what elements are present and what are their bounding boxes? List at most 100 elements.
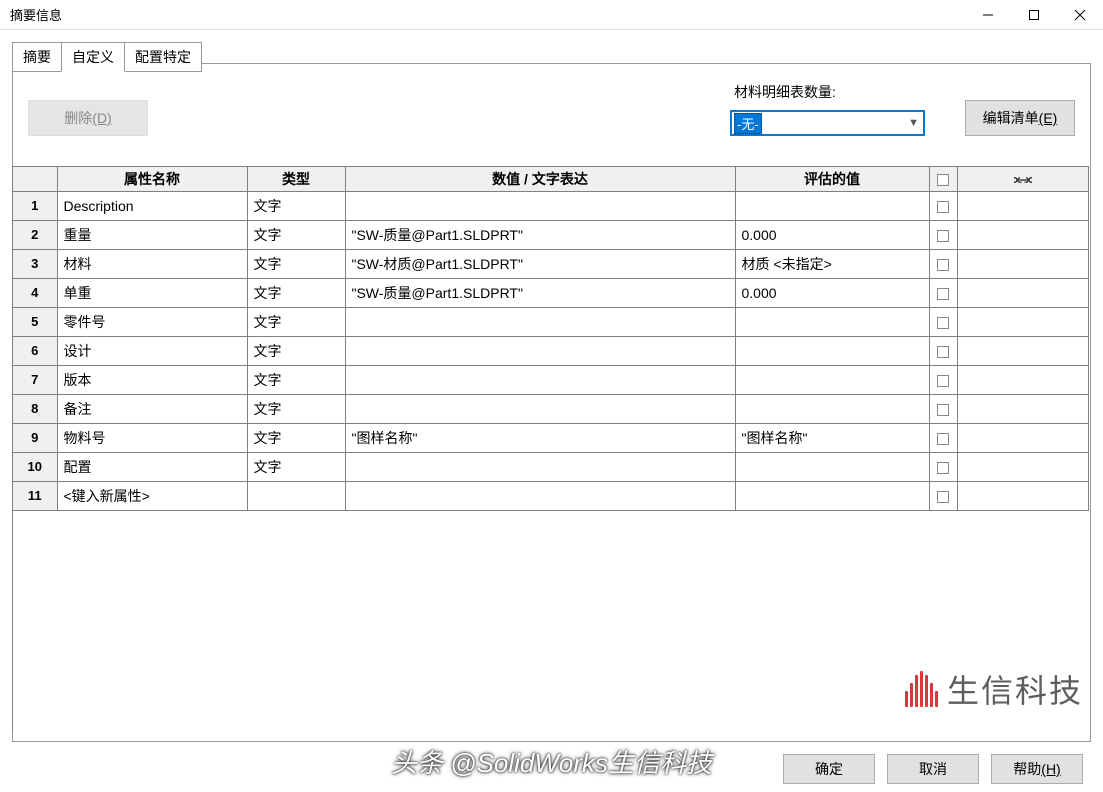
cell-rownum[interactable]: 5	[13, 307, 57, 336]
cell-type[interactable]: 文字	[247, 394, 345, 423]
cell-type[interactable]: 文字	[247, 452, 345, 481]
cell-type[interactable]: 文字	[247, 278, 345, 307]
cell-checkbox[interactable]	[929, 452, 957, 481]
header-checkbox[interactable]	[929, 167, 957, 191]
header-propname[interactable]: 属性名称	[57, 167, 247, 191]
cell-checkbox[interactable]	[929, 307, 957, 336]
header-expr[interactable]: 数值 / 文字表达	[345, 167, 735, 191]
minimize-button[interactable]	[965, 0, 1011, 29]
header-rownum[interactable]	[13, 167, 57, 191]
cell-type[interactable]: 文字	[247, 365, 345, 394]
delete-button[interactable]: 删除(D)	[28, 100, 148, 136]
checkbox-icon	[937, 174, 949, 186]
checkbox-icon	[937, 288, 949, 300]
cell-type[interactable]: 文字	[247, 249, 345, 278]
cell-propname[interactable]: 材料	[57, 249, 247, 278]
cell-rownum[interactable]: 1	[13, 191, 57, 220]
cell-type[interactable]: 文字	[247, 336, 345, 365]
cell-eval[interactable]: 材质 <未指定>	[735, 249, 929, 278]
tab-summary[interactable]: 摘要	[12, 42, 62, 72]
cell-expr[interactable]	[345, 336, 735, 365]
tab-config[interactable]: 配置特定	[124, 42, 202, 72]
cell-link[interactable]	[957, 365, 1089, 394]
cell-checkbox[interactable]	[929, 278, 957, 307]
cell-expr[interactable]: "图样名称"	[345, 423, 735, 452]
cell-link[interactable]	[957, 394, 1089, 423]
header-link[interactable]	[957, 167, 1089, 191]
cell-eval[interactable]	[735, 191, 929, 220]
cell-propname[interactable]: Description	[57, 191, 247, 220]
cell-type[interactable]: 文字	[247, 220, 345, 249]
cell-eval[interactable]	[735, 365, 929, 394]
ok-button[interactable]: 确定	[783, 754, 875, 784]
table-header-row: 属性名称 类型 数值 / 文字表达 评估的值	[13, 167, 1089, 191]
edit-list-button[interactable]: 编辑清单(E)	[965, 100, 1075, 136]
link-icon	[1014, 171, 1032, 187]
cell-link[interactable]	[957, 278, 1089, 307]
cell-expr[interactable]	[345, 307, 735, 336]
cell-link[interactable]	[957, 249, 1089, 278]
cell-checkbox[interactable]	[929, 336, 957, 365]
cell-checkbox[interactable]	[929, 394, 957, 423]
tab-custom[interactable]: 自定义	[61, 42, 125, 72]
cell-link[interactable]	[957, 307, 1089, 336]
cell-link[interactable]	[957, 423, 1089, 452]
cell-propname[interactable]: 重量	[57, 220, 247, 249]
cell-expr[interactable]	[345, 481, 735, 510]
cell-expr[interactable]: "SW-材质@Part1.SLDPRT"	[345, 249, 735, 278]
cell-link[interactable]	[957, 220, 1089, 249]
close-button[interactable]	[1057, 0, 1103, 29]
cell-checkbox[interactable]	[929, 249, 957, 278]
cell-checkbox[interactable]	[929, 191, 957, 220]
bom-quantity-select[interactable]: -无- ▼	[730, 110, 925, 136]
header-type[interactable]: 类型	[247, 167, 345, 191]
cell-checkbox[interactable]	[929, 365, 957, 394]
cell-rownum[interactable]: 10	[13, 452, 57, 481]
cell-link[interactable]	[957, 452, 1089, 481]
cell-propname[interactable]: 配置	[57, 452, 247, 481]
cell-propname[interactable]: 备注	[57, 394, 247, 423]
cell-rownum[interactable]: 2	[13, 220, 57, 249]
cell-link[interactable]	[957, 191, 1089, 220]
cell-expr[interactable]	[345, 365, 735, 394]
cell-rownum[interactable]: 8	[13, 394, 57, 423]
cell-propname[interactable]: 物料号	[57, 423, 247, 452]
cell-eval[interactable]	[735, 307, 929, 336]
cell-checkbox[interactable]	[929, 481, 957, 510]
cell-expr[interactable]: "SW-质量@Part1.SLDPRT"	[345, 220, 735, 249]
cell-eval[interactable]	[735, 394, 929, 423]
cell-expr[interactable]	[345, 452, 735, 481]
cancel-button[interactable]: 取消	[887, 754, 979, 784]
cell-rownum[interactable]: 6	[13, 336, 57, 365]
cell-eval[interactable]	[735, 452, 929, 481]
cell-type[interactable]	[247, 481, 345, 510]
cell-type[interactable]: 文字	[247, 307, 345, 336]
cell-expr[interactable]	[345, 191, 735, 220]
cell-eval[interactable]: "图样名称"	[735, 423, 929, 452]
cell-expr[interactable]: "SW-质量@Part1.SLDPRT"	[345, 278, 735, 307]
cell-rownum[interactable]: 9	[13, 423, 57, 452]
cell-propname[interactable]: 零件号	[57, 307, 247, 336]
cell-link[interactable]	[957, 336, 1089, 365]
cell-rownum[interactable]: 3	[13, 249, 57, 278]
cell-type[interactable]: 文字	[247, 191, 345, 220]
cell-propname[interactable]: 版本	[57, 365, 247, 394]
maximize-button[interactable]	[1011, 0, 1057, 29]
cell-checkbox[interactable]	[929, 423, 957, 452]
cell-eval[interactable]: 0.000	[735, 278, 929, 307]
cell-link[interactable]	[957, 481, 1089, 510]
cell-rownum[interactable]: 11	[13, 481, 57, 510]
cell-checkbox[interactable]	[929, 220, 957, 249]
cell-expr[interactable]	[345, 394, 735, 423]
cell-propname[interactable]: 单重	[57, 278, 247, 307]
cell-rownum[interactable]: 4	[13, 278, 57, 307]
cell-propname[interactable]: <键入新属性>	[57, 481, 247, 510]
cell-eval[interactable]	[735, 336, 929, 365]
help-button[interactable]: 帮助(H)	[991, 754, 1083, 784]
cell-rownum[interactable]: 7	[13, 365, 57, 394]
cell-propname[interactable]: 设计	[57, 336, 247, 365]
cell-eval[interactable]	[735, 481, 929, 510]
cell-type[interactable]: 文字	[247, 423, 345, 452]
header-eval[interactable]: 评估的值	[735, 167, 929, 191]
cell-eval[interactable]: 0.000	[735, 220, 929, 249]
